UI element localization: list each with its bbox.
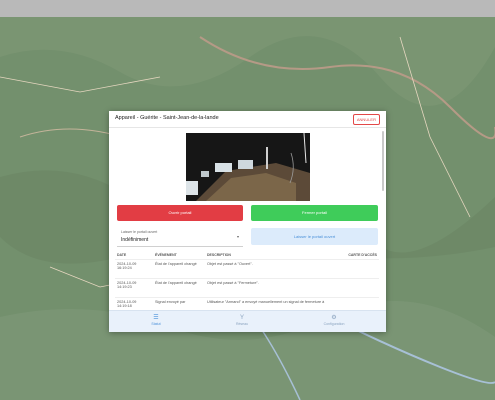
top-bar bbox=[0, 0, 495, 17]
row-card bbox=[343, 278, 379, 298]
column-header-access-card: CARTE D'ACCÈS bbox=[348, 253, 377, 257]
camera-feed bbox=[186, 133, 310, 201]
network-icon: Y bbox=[239, 315, 244, 321]
scrollbar[interactable] bbox=[382, 131, 384, 191]
column-header-description: DESCRIPTION bbox=[207, 253, 231, 257]
device-modal: Appareil - Guérite - Saint-Jean-de-la-la… bbox=[109, 111, 386, 332]
leave-open-select-value: Indéfiniment bbox=[121, 237, 149, 243]
column-header-date: DATE bbox=[117, 253, 127, 257]
row-event: État de l'appareil changé bbox=[153, 278, 205, 298]
cancel-button[interactable]: ANNULER bbox=[352, 114, 380, 125]
chevron-down-icon: ▾ bbox=[236, 234, 239, 239]
table-row: 2024-10-09 14:19:23 État de l'appareil c… bbox=[115, 278, 379, 298]
nav-item-status[interactable]: ☰ Statut bbox=[126, 314, 186, 326]
bottom-navigation: ☰ Statut Y Réseau ⚙ Configuration bbox=[109, 310, 386, 332]
leave-open-select[interactable]: Laisser le portail ouvert Indéfiniment ▾ bbox=[117, 228, 243, 247]
nav-item-label: Réseau bbox=[235, 322, 249, 326]
modal-header: Appareil - Guérite - Saint-Jean-de-la-la… bbox=[109, 111, 386, 128]
leave-open-button[interactable]: Laisser le portail ouvert bbox=[251, 228, 378, 245]
camera-image bbox=[186, 133, 310, 201]
row-date: 2024-10-09 16:19:24 bbox=[115, 259, 153, 279]
column-header-event: ÉVÉNEMENT bbox=[155, 253, 177, 257]
modal-title: Appareil - Guérite - Saint-Jean-de-la-la… bbox=[115, 115, 219, 121]
row-description: Objet est passé à "Ouvert". bbox=[205, 259, 343, 279]
events-table: DATE ÉVÉNEMENT DESCRIPTION CARTE D'ACCÈS… bbox=[115, 251, 379, 316]
list-icon: ☰ bbox=[153, 315, 159, 321]
table-header-row: DATE ÉVÉNEMENT DESCRIPTION CARTE D'ACCÈS bbox=[115, 251, 379, 260]
open-gate-button[interactable]: Ouvrir portail bbox=[117, 205, 243, 221]
settings-icon: ⚙ bbox=[331, 315, 337, 321]
nav-item-label: Statut bbox=[151, 322, 161, 326]
leave-open-select-label: Laisser le portail ouvert bbox=[121, 230, 158, 234]
nav-item-network[interactable]: Y Réseau bbox=[212, 314, 272, 326]
close-gate-button[interactable]: Fermer portail bbox=[251, 205, 378, 221]
row-event: État de l'appareil changé bbox=[153, 259, 205, 279]
table-row: 2024-10-09 16:19:24 État de l'appareil c… bbox=[115, 259, 379, 279]
nav-item-label: Configuration bbox=[323, 322, 345, 326]
row-date: 2024-10-09 14:19:23 bbox=[115, 278, 153, 298]
row-card bbox=[343, 259, 379, 279]
nav-item-configuration[interactable]: ⚙ Configuration bbox=[304, 314, 364, 326]
row-description: Objet est passé à "Fermeture". bbox=[205, 278, 343, 298]
